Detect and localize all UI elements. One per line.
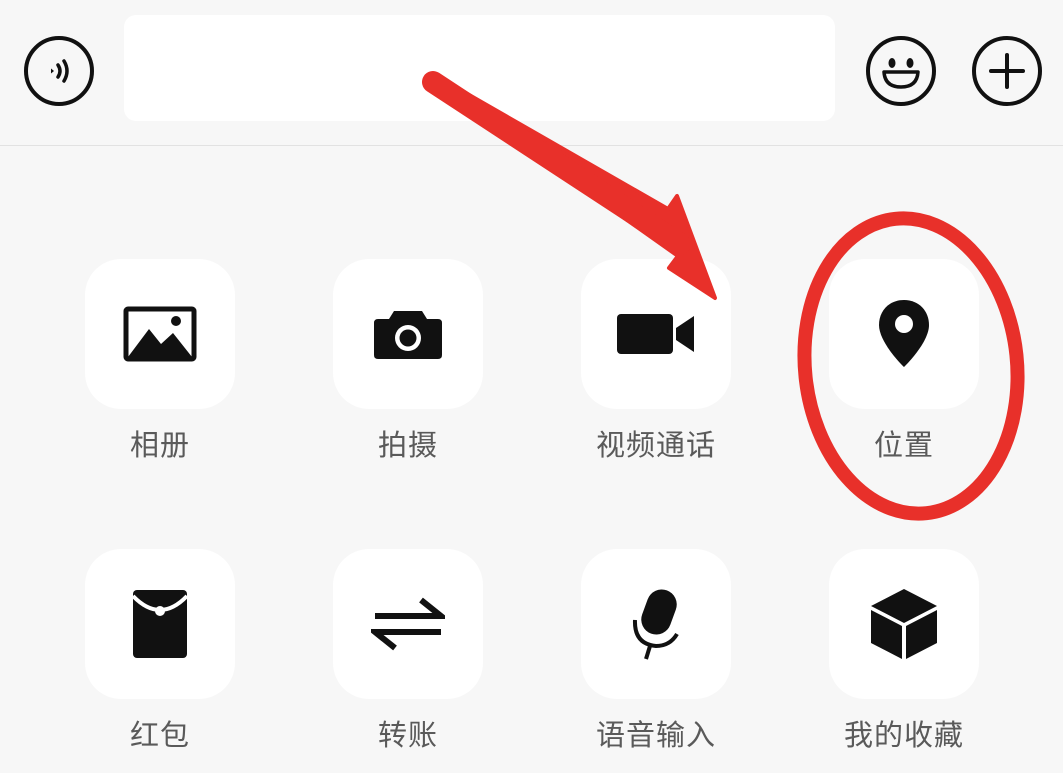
more-functions-button[interactable] bbox=[972, 36, 1042, 106]
plus-icon bbox=[989, 53, 1025, 89]
emoji-button[interactable] bbox=[866, 36, 936, 106]
video-call-label: 视频通话 bbox=[595, 428, 716, 462]
red-packet-icon bbox=[131, 590, 189, 658]
favorites-tile[interactable]: 我的收藏 bbox=[829, 549, 979, 753]
red-packet-icon-box[interactable] bbox=[85, 549, 235, 699]
video-call-icon bbox=[617, 314, 694, 354]
voice-input-button[interactable] bbox=[24, 36, 94, 106]
video-call-icon-box[interactable] bbox=[581, 259, 731, 409]
album-label: 相册 bbox=[129, 428, 190, 462]
voice-input-label: 语音输入 bbox=[595, 718, 716, 752]
video-call-tile[interactable]: 视频通话 bbox=[581, 259, 731, 463]
camera-icon-box[interactable] bbox=[333, 259, 483, 409]
transfer-label: 转账 bbox=[377, 718, 438, 752]
photo-album-icon bbox=[123, 306, 197, 362]
favorites-label: 我的收藏 bbox=[843, 718, 964, 752]
transfer-arrows-icon bbox=[371, 597, 445, 651]
red-packet-tile[interactable]: 红包 bbox=[85, 549, 235, 753]
transfer-icon-box[interactable] bbox=[333, 549, 483, 699]
message-input[interactable] bbox=[124, 15, 835, 121]
chat-input-bar bbox=[0, 0, 1063, 146]
camera-label: 拍摄 bbox=[377, 428, 438, 462]
favorites-box-icon bbox=[871, 589, 937, 659]
location-pin-icon bbox=[879, 300, 929, 367]
location-icon-box[interactable] bbox=[829, 259, 979, 409]
location-tile[interactable]: 位置 bbox=[829, 259, 979, 463]
album-icon-box[interactable] bbox=[85, 259, 235, 409]
favorites-icon-box[interactable] bbox=[829, 549, 979, 699]
voice-input-icon-box[interactable] bbox=[581, 549, 731, 699]
album-tile[interactable]: 相册 bbox=[85, 259, 235, 463]
camera-icon bbox=[374, 311, 442, 359]
red-packet-label: 红包 bbox=[129, 718, 190, 752]
camera-tile[interactable]: 拍摄 bbox=[333, 259, 483, 463]
transfer-tile[interactable]: 转账 bbox=[333, 549, 483, 753]
smiley-face-icon bbox=[882, 58, 920, 89]
location-label: 位置 bbox=[873, 428, 934, 462]
voice-input-tile[interactable]: 语音输入 bbox=[581, 549, 731, 753]
more-functions-panel: 相册 拍摄 视频通话 位置 红包 转账 语音输入 我的收藏 bbox=[0, 146, 1063, 773]
microphone-icon bbox=[632, 589, 679, 660]
voice-wave-icon bbox=[51, 59, 69, 83]
